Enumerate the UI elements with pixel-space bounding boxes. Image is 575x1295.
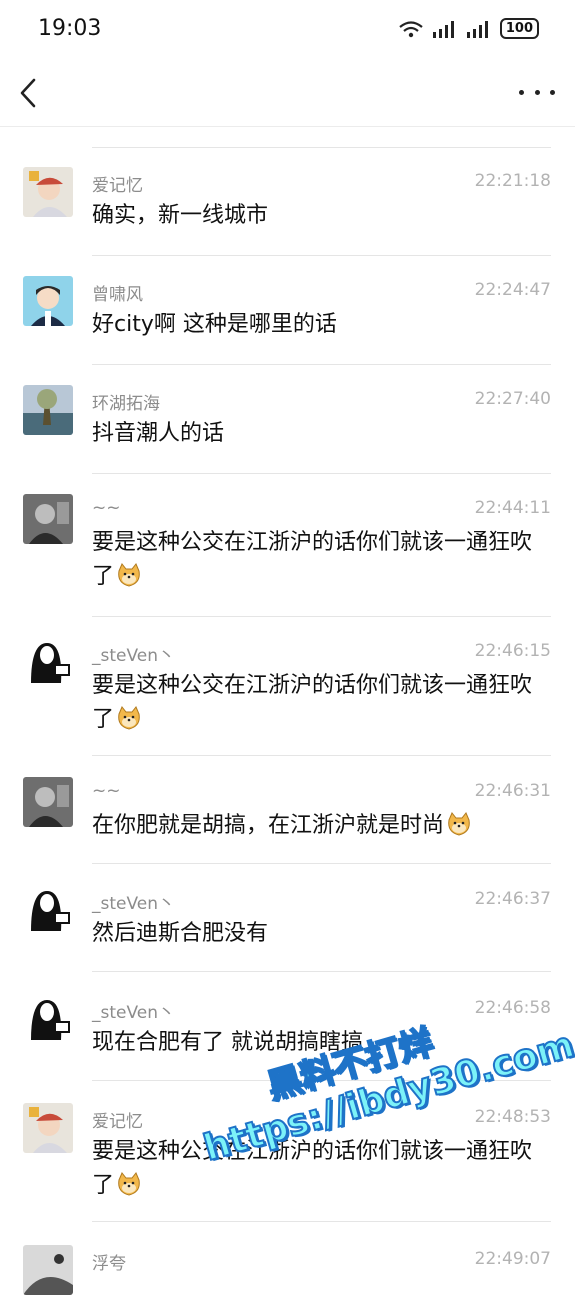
chevron-left-icon bbox=[20, 78, 36, 108]
divider bbox=[92, 147, 551, 148]
divider bbox=[92, 473, 551, 474]
divider bbox=[92, 364, 551, 365]
message-text: 要是这种公交在江浙沪的话你们就该一通狂吹了 bbox=[92, 526, 548, 594]
divider bbox=[92, 616, 551, 617]
signal-icon bbox=[432, 20, 454, 38]
doge-emoji-icon bbox=[116, 1172, 142, 1196]
message-time: 22:21:18 bbox=[474, 171, 551, 191]
message-text: 确实，新一线城市 bbox=[92, 199, 548, 233]
message-time: 22:24:47 bbox=[474, 280, 551, 300]
sender-name: 爱记忆 bbox=[92, 1112, 143, 1132]
message-text: 要是这种公交在江浙沪的话你们就该一通狂吹了 bbox=[92, 669, 548, 737]
more-button[interactable] bbox=[519, 82, 555, 102]
divider bbox=[92, 863, 551, 864]
wifi-icon bbox=[399, 20, 423, 37]
message-text-content: 然后迪斯合肥没有 bbox=[92, 921, 269, 946]
avatar[interactable] bbox=[23, 276, 73, 326]
divider bbox=[92, 1221, 551, 1222]
message-text-content: 要是这种公交在江浙沪的话你们就该一通狂吹了 bbox=[92, 530, 533, 589]
back-button[interactable] bbox=[14, 76, 44, 110]
status-icons: 100 bbox=[398, 18, 539, 39]
message-time: 22:48:53 bbox=[474, 1107, 551, 1127]
status-time: 19:03 bbox=[38, 16, 102, 41]
nav-bar bbox=[0, 60, 575, 127]
avatar[interactable] bbox=[23, 1245, 73, 1295]
message-time: 22:46:31 bbox=[474, 781, 551, 801]
divider bbox=[92, 971, 551, 972]
message-time: 22:46:37 bbox=[474, 889, 551, 909]
sender-name: 浮夸 bbox=[92, 1254, 126, 1274]
divider bbox=[92, 255, 551, 256]
sender-name: ~~ bbox=[92, 498, 121, 518]
avatar[interactable] bbox=[23, 167, 73, 217]
message-text-content: 在你肥就是胡搞，在江浙沪就是时尚 bbox=[92, 813, 445, 838]
avatar[interactable] bbox=[23, 777, 73, 827]
message-time: 22:49:07 bbox=[474, 1249, 551, 1269]
divider bbox=[92, 1080, 551, 1081]
more-dots-icon bbox=[519, 89, 524, 95]
message-text-content: 现在合肥有了 就说胡搞瞎搞 bbox=[92, 1030, 363, 1055]
message-text: 好city啊 这种是哪里的话 bbox=[92, 308, 548, 342]
sender-name: ~~ bbox=[92, 781, 121, 801]
divider bbox=[92, 755, 551, 756]
sender-name: _steVen丶 bbox=[92, 1003, 176, 1023]
message-text: 抖音潮人的话 bbox=[92, 417, 548, 451]
message-text-content: 要是这种公交在江浙沪的话你们就该一通狂吹了 bbox=[92, 673, 533, 732]
avatar[interactable] bbox=[23, 994, 73, 1044]
message-text-content: 确实，新一线城市 bbox=[92, 203, 269, 228]
avatar[interactable] bbox=[23, 885, 73, 935]
message-text-content: 抖音潮人的话 bbox=[92, 421, 225, 446]
message-text: 要是这种公交在江浙沪的话你们就该一通狂吹了 bbox=[92, 1135, 548, 1203]
doge-emoji-icon bbox=[446, 812, 472, 836]
sender-name: _steVen丶 bbox=[92, 646, 176, 666]
message-text-content: 要是这种公交在江浙沪的话你们就该一通狂吹了 bbox=[92, 1139, 533, 1198]
sender-name: 爱记忆 bbox=[92, 176, 143, 196]
message-text: 在你肥就是胡搞，在江浙沪就是时尚 bbox=[92, 809, 548, 843]
status-bar: 19:03 100 bbox=[0, 0, 575, 60]
signal-icon-2 bbox=[466, 20, 488, 38]
avatar[interactable] bbox=[23, 494, 73, 544]
doge-emoji-icon bbox=[116, 706, 142, 730]
avatar[interactable] bbox=[23, 637, 73, 687]
sender-name: _steVen丶 bbox=[92, 894, 176, 914]
message-text-content: 好city啊 这种是哪里的话 bbox=[92, 312, 337, 337]
sender-name: 环湖拓海 bbox=[92, 394, 160, 414]
message-text: 现在合肥有了 就说胡搞瞎搞 bbox=[92, 1026, 548, 1060]
sender-name: 曾啸风 bbox=[92, 285, 143, 305]
doge-emoji-icon bbox=[116, 563, 142, 587]
battery-icon: 100 bbox=[499, 18, 539, 39]
message-text: 然后迪斯合肥没有 bbox=[92, 917, 548, 951]
message-time: 22:46:15 bbox=[474, 641, 551, 661]
message-time: 22:46:58 bbox=[474, 998, 551, 1018]
message-time: 22:44:11 bbox=[474, 498, 551, 518]
avatar[interactable] bbox=[23, 385, 73, 435]
message-time: 22:27:40 bbox=[474, 389, 551, 409]
avatar[interactable] bbox=[23, 1103, 73, 1153]
